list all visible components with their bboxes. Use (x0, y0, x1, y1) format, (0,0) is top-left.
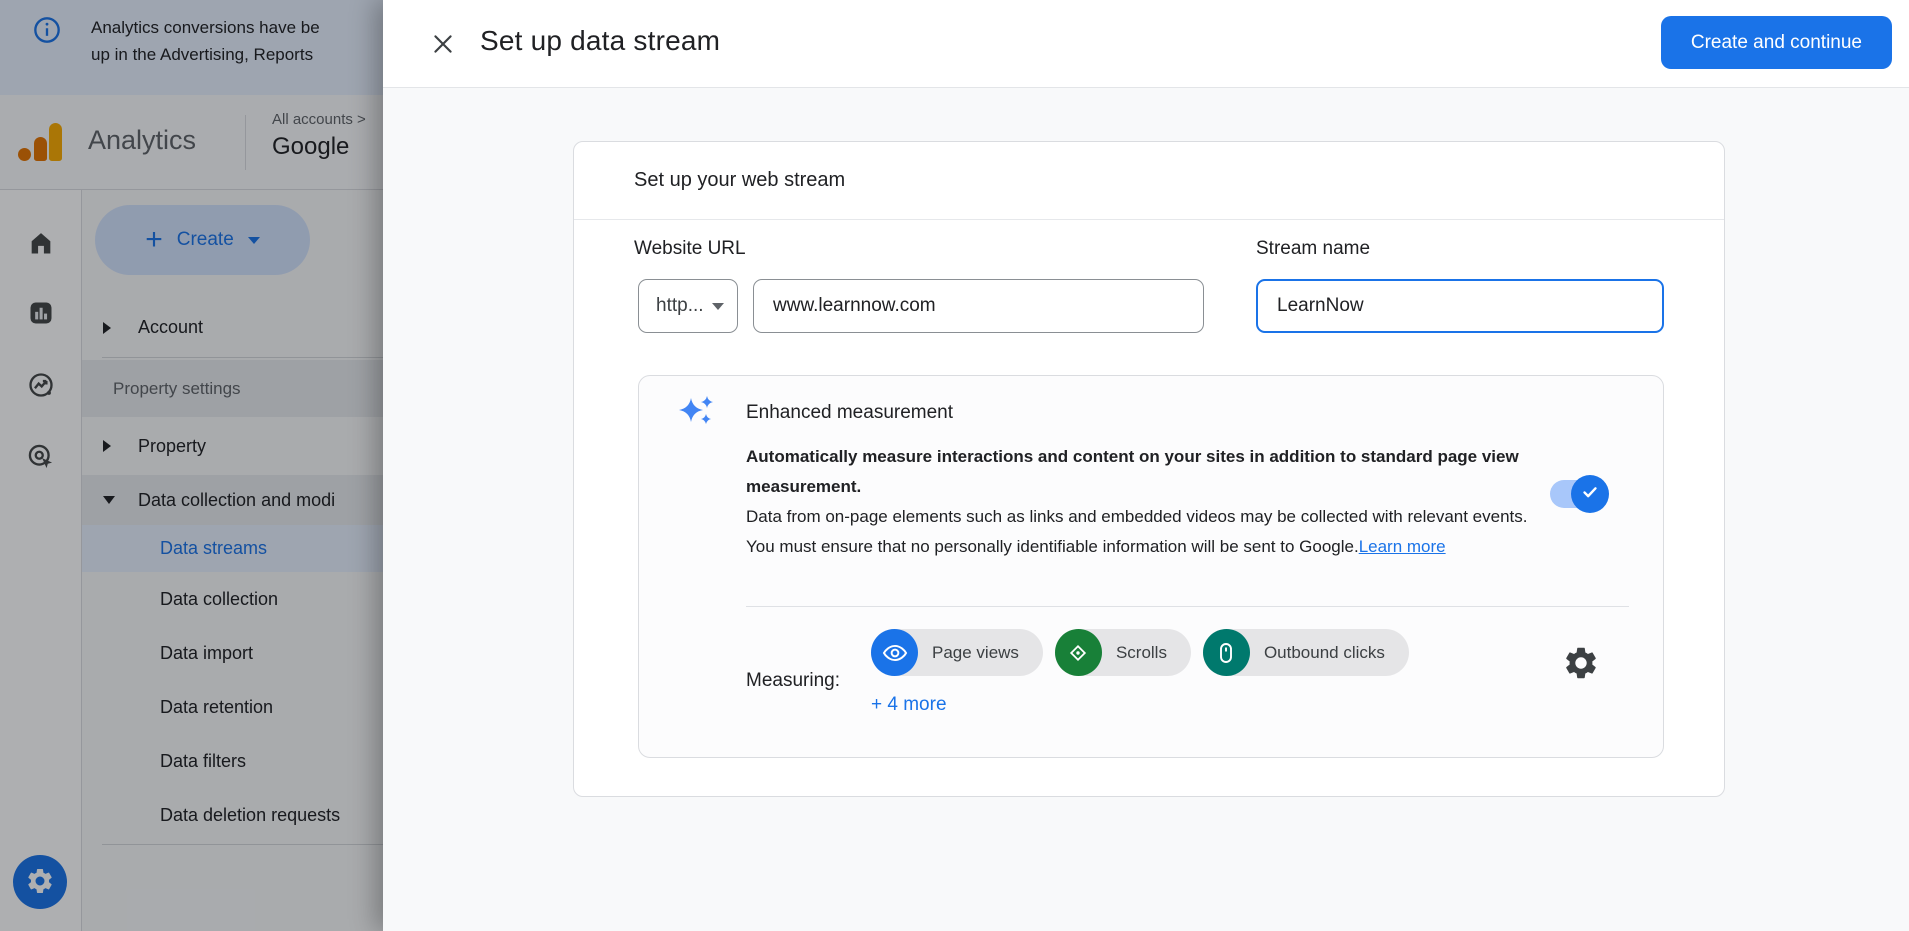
measurement-settings-button[interactable] (1562, 644, 1600, 682)
create-and-continue-button[interactable]: Create and continue (1661, 16, 1892, 69)
enhanced-measurement-toggle[interactable] (1550, 480, 1602, 508)
web-stream-card: Set up your web stream Website URL http.… (573, 141, 1725, 797)
close-button[interactable] (428, 29, 458, 59)
learn-more-link[interactable]: Learn more (1359, 537, 1446, 556)
eye-icon (871, 629, 918, 676)
check-icon (1579, 481, 1601, 508)
website-url-label: Website URL (634, 238, 746, 260)
mouse-icon (1203, 629, 1250, 676)
card-title: Set up your web stream (634, 142, 845, 219)
protocol-select[interactable]: http... (638, 279, 738, 333)
modal-scrim (0, 0, 383, 931)
dialog-title: Set up data stream (480, 25, 720, 57)
toggle-thumb (1571, 475, 1609, 513)
sparkle-icon (678, 395, 716, 432)
measuring-label: Measuring: (746, 670, 840, 692)
scroll-icon (1055, 629, 1102, 676)
card-divider (574, 219, 1724, 220)
chip-scrolls[interactable]: Scrolls (1055, 629, 1191, 676)
dropdown-caret-icon (712, 303, 724, 310)
enhanced-measurement-card: Enhanced measurement Automatically measu… (638, 375, 1664, 758)
website-url-input[interactable] (753, 279, 1204, 333)
dialog-header: Set up data stream Create and continue (383, 0, 1909, 88)
measuring-chips: Page views Scrolls Outbound c (871, 629, 1409, 676)
description-body: Data from on-page elements such as links… (746, 502, 1536, 562)
enhanced-measurement-description: Automatically measure interactions and c… (746, 442, 1536, 562)
settings-gear-icon (1562, 670, 1600, 685)
chip-page-views[interactable]: Page views (871, 629, 1043, 676)
more-events-link[interactable]: + 4 more (871, 694, 947, 716)
stream-name-input[interactable] (1256, 279, 1664, 333)
description-bold: Automatically measure interactions and c… (746, 442, 1536, 502)
enhanced-measurement-title: Enhanced measurement (746, 402, 953, 424)
stream-name-label: Stream name (1256, 238, 1370, 260)
setup-data-stream-dialog: Set up data stream Create and continue S… (383, 0, 1909, 931)
chip-outbound-clicks[interactable]: Outbound clicks (1203, 629, 1409, 676)
close-icon (430, 45, 456, 60)
measuring-divider (746, 606, 1629, 607)
protocol-value: http... (656, 295, 704, 317)
